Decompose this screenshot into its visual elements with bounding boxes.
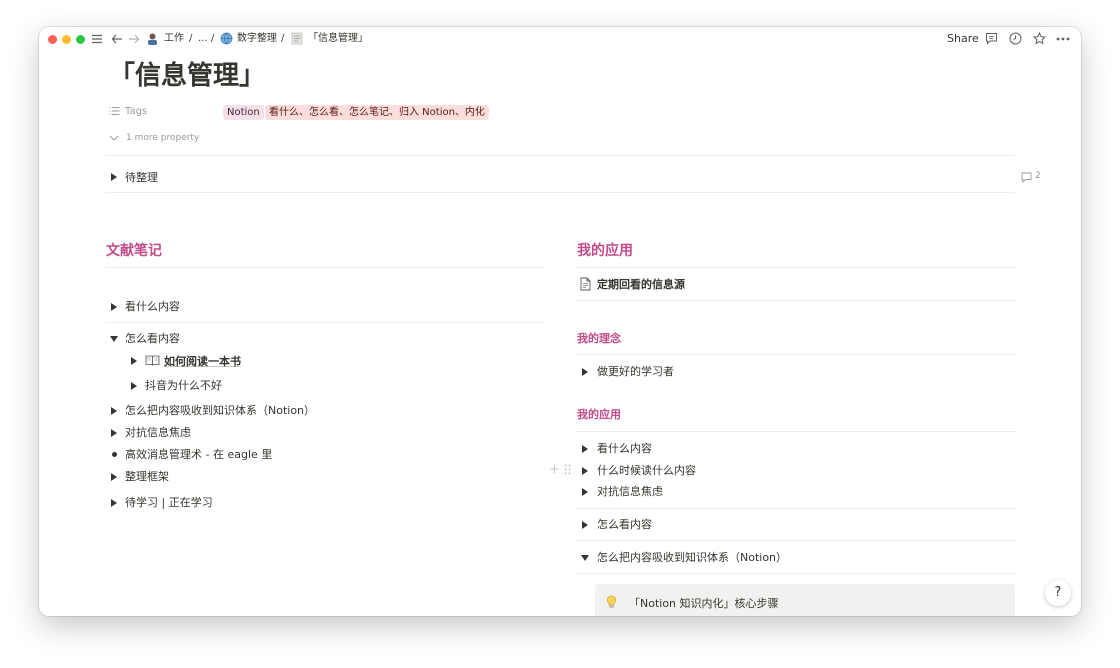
right-item-when-to-read[interactable]: 什么时候读什么内容 [597, 465, 696, 476]
document-icon [580, 277, 591, 291]
divider [105, 155, 1015, 156]
divider [576, 354, 1016, 355]
right-column-heading[interactable]: 我的应用 [577, 244, 633, 258]
help-button[interactable]: ? [1045, 580, 1071, 606]
philosophy-heading[interactable]: 我的理念 [577, 333, 621, 344]
left-item-learning[interactable]: 待学习 | 正在学习 [125, 497, 213, 508]
toggle-arrow-icon[interactable] [111, 429, 117, 437]
toggle-arrow-icon[interactable] [582, 368, 588, 376]
clock-icon[interactable] [1009, 32, 1022, 45]
list-icon [109, 107, 120, 115]
share-button[interactable]: Share [947, 33, 979, 44]
avatar-icon [148, 33, 157, 45]
right-item-better-learner[interactable]: 做更好的学习者 [597, 366, 674, 377]
globe-icon [220, 32, 233, 45]
page-title[interactable]: 「信息管理」 [109, 63, 265, 89]
left-item-framework[interactable]: 整理框架 [125, 471, 169, 482]
callout-text[interactable]: 「Notion 知识内化」核心步骤 [629, 598, 779, 609]
toggle-arrow-icon[interactable] [111, 499, 117, 507]
plus-icon[interactable]: + [549, 463, 560, 476]
breadcrumb-current-page[interactable]: 「信息管理」 [308, 34, 368, 44]
app-window: 工作 / ... / 数字整理 / 「信息管理」 Share 「信息管理」 Ta… [39, 27, 1081, 616]
toggle-arrow-icon[interactable] [111, 407, 117, 415]
book-icon [145, 355, 160, 366]
toggle-arrow-icon[interactable] [111, 303, 117, 311]
forward-arrow-icon[interactable] [128, 33, 140, 45]
right-item-anxiety[interactable]: 对抗信息焦虑 [597, 486, 663, 497]
toggle-arrow-icon[interactable] [131, 357, 137, 365]
maximize-window-button[interactable] [76, 35, 85, 44]
toggle-arrow-icon[interactable] [581, 555, 589, 561]
apps-heading[interactable]: 我的应用 [577, 409, 621, 420]
left-item-absorb[interactable]: 怎么把内容吸收到知识体系（Notion） [125, 405, 315, 416]
breadcrumb-digital[interactable]: 数字整理 [237, 34, 277, 44]
tag-workflow[interactable]: 看什么、怎么看、怎么笔记、归入 Notion、内化 [265, 105, 489, 120]
tag-notion[interactable]: Notion [223, 105, 264, 120]
divider [105, 192, 1015, 193]
chevron-down-icon[interactable] [109, 134, 119, 142]
toggle-arrow-icon[interactable] [131, 382, 137, 390]
right-item-how-to-read[interactable]: 怎么看内容 [597, 519, 652, 530]
left-item-how-to-read[interactable]: 怎么看内容 [125, 333, 180, 344]
toggle-arrow-icon[interactable] [111, 473, 117, 481]
comment-count[interactable]: 2 [1035, 172, 1041, 181]
breadcrumb-separator: / [211, 33, 215, 44]
lightbulb-icon [606, 595, 617, 608]
left-item-efficient[interactable]: 高效消息管理术 - 在 eagle 里 [125, 449, 272, 460]
left-column-heading[interactable]: 文献笔记 [106, 244, 162, 258]
left-subitem-how-read-book[interactable]: 如何阅读一本书 [164, 356, 241, 367]
comment-icon[interactable] [985, 32, 998, 45]
toggle-arrow-icon[interactable] [582, 445, 588, 453]
document-icon [291, 32, 303, 45]
breadcrumb-ellipsis[interactable]: ... [198, 34, 208, 44]
menu-icon[interactable] [91, 33, 103, 45]
breadcrumb-separator: / [281, 33, 285, 44]
more-icon[interactable] [1056, 33, 1070, 45]
toggle-pending[interactable]: 待整理 [125, 172, 158, 183]
toggle-arrow-icon[interactable] [582, 521, 588, 529]
drag-handle-icon[interactable] [564, 464, 571, 475]
help-label: ? [1054, 585, 1062, 600]
left-item-what-to-read[interactable]: 看什么内容 [125, 301, 180, 312]
close-window-button[interactable] [48, 35, 57, 44]
divider [576, 508, 1016, 509]
divider [576, 431, 1016, 432]
back-arrow-icon[interactable] [111, 33, 123, 45]
divider [576, 540, 1016, 541]
tags-property-label[interactable]: Tags [125, 107, 147, 117]
comment-count-icon[interactable] [1021, 172, 1032, 183]
star-icon[interactable] [1033, 32, 1046, 45]
right-item-what-to-read[interactable]: 看什么内容 [597, 443, 652, 454]
right-item-absorb[interactable]: 怎么把内容吸收到知识体系（Notion） [597, 552, 787, 563]
divider [576, 573, 1016, 574]
toggle-arrow-icon[interactable] [110, 336, 118, 342]
minimize-window-button[interactable] [62, 35, 71, 44]
more-property-toggle[interactable]: 1 more property [126, 134, 199, 143]
divider [105, 322, 545, 323]
left-subitem-douyin[interactable]: 抖音为什么不好 [145, 380, 222, 391]
toggle-arrow-icon[interactable] [582, 488, 588, 496]
breadcrumb-work[interactable]: 工作 [164, 34, 184, 44]
bullet-icon [112, 452, 117, 457]
divider [105, 267, 545, 268]
divider [576, 267, 1016, 268]
divider [576, 300, 1016, 301]
toggle-arrow-icon[interactable] [111, 173, 117, 181]
left-item-anxiety[interactable]: 对抗信息焦虑 [125, 427, 191, 438]
breadcrumb-separator: / [189, 33, 193, 44]
page-link-info-sources[interactable]: 定期回看的信息源 [597, 279, 685, 290]
toggle-arrow-icon[interactable] [582, 467, 588, 475]
